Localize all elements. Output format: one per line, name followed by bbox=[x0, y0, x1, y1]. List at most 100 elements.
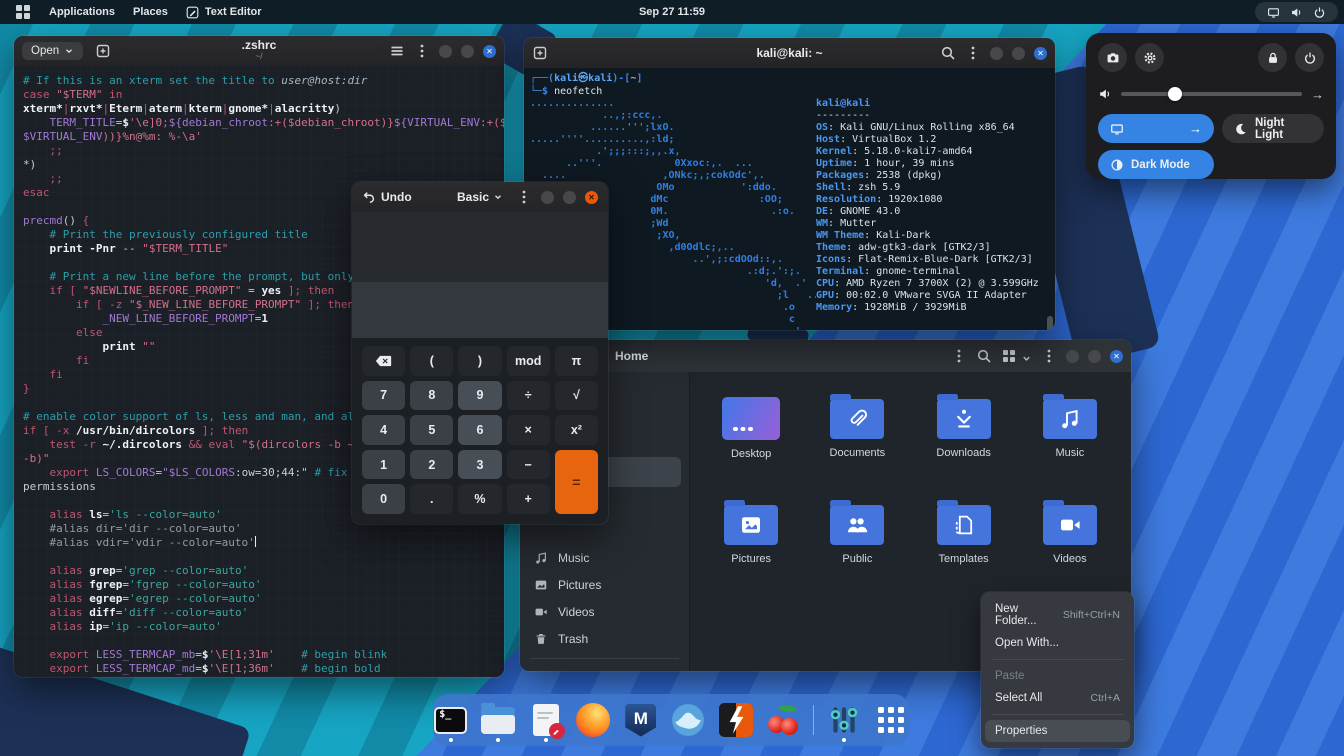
calc-button-%[interactable]: % bbox=[458, 484, 502, 514]
calc-button-7[interactable]: 7 bbox=[362, 380, 406, 411]
maximize-button[interactable] bbox=[461, 44, 474, 58]
kebab-menu-icon[interactable] bbox=[965, 45, 981, 61]
calc-button-π[interactable]: π bbox=[554, 346, 598, 376]
folder-templates[interactable]: Templates bbox=[911, 492, 1017, 589]
kebab-menu-icon[interactable] bbox=[414, 43, 430, 59]
calc-button-9[interactable]: 9 bbox=[458, 380, 502, 411]
calc-button-x²[interactable]: x² bbox=[554, 415, 598, 445]
dock-item-app-grid[interactable] bbox=[873, 698, 909, 742]
calc-button-=[interactable]: = bbox=[554, 449, 598, 514]
calc-button-−[interactable]: − bbox=[506, 449, 550, 480]
minimize-button[interactable] bbox=[990, 46, 1003, 60]
apps-grid-icon[interactable] bbox=[16, 4, 31, 20]
menu-item-open-with[interactable]: Open With... bbox=[985, 632, 1130, 654]
active-app-menu[interactable]: Text Editor bbox=[186, 6, 262, 19]
folder-downloads[interactable]: Downloads bbox=[911, 386, 1017, 483]
dock-item-tweaks[interactable] bbox=[826, 698, 862, 742]
dock-item-files[interactable] bbox=[481, 698, 517, 742]
calc-button-)[interactable]: ) bbox=[458, 346, 502, 376]
mode-selector[interactable]: Basic bbox=[457, 190, 503, 204]
clock[interactable]: Sep 27 11:59 bbox=[639, 6, 705, 18]
calc-button-÷[interactable]: ÷ bbox=[506, 380, 550, 411]
gear-button[interactable] bbox=[1135, 43, 1164, 72]
path-menu-icon[interactable] bbox=[951, 348, 967, 364]
folder-label: Videos bbox=[1053, 553, 1087, 565]
search-icon[interactable] bbox=[940, 45, 956, 61]
hamburger-menu-icon[interactable] bbox=[389, 43, 405, 59]
new-tab-icon[interactable] bbox=[532, 45, 548, 61]
menu-item-new-folder[interactable]: New Folder... Shift+Ctrl+N bbox=[985, 598, 1130, 632]
menu-item-select-all[interactable]: Select All Ctrl+A bbox=[985, 687, 1130, 709]
volume-knob[interactable] bbox=[1168, 87, 1183, 101]
dock-item-terminal[interactable]: $_ bbox=[433, 698, 469, 742]
editor-title: .zshrc ~/ bbox=[241, 38, 277, 61]
new-document-icon[interactable] bbox=[95, 43, 111, 59]
folder-public[interactable]: Public bbox=[804, 492, 910, 589]
calc-button-1[interactable]: 1 bbox=[362, 449, 406, 480]
lock-button[interactable] bbox=[1258, 43, 1287, 72]
menu-applications[interactable]: Applications bbox=[49, 6, 115, 18]
folder-pictures[interactable]: Pictures bbox=[698, 492, 804, 589]
calc-button-6[interactable]: 6 bbox=[458, 415, 502, 445]
folder-videos[interactable]: Videos bbox=[1017, 492, 1123, 589]
close-button[interactable]: ✕ bbox=[585, 190, 598, 204]
terminal-scrollbar[interactable] bbox=[1047, 316, 1053, 330]
code-line: alias ip='ip --color=auto' bbox=[23, 620, 222, 633]
folder-desktop[interactable]: Desktop bbox=[698, 386, 804, 483]
camera-button[interactable] bbox=[1098, 43, 1127, 72]
open-button[interactable]: Open bbox=[22, 42, 84, 60]
calc-button-4[interactable]: 4 bbox=[362, 415, 406, 445]
menu-places[interactable]: Places bbox=[133, 6, 168, 18]
calc-button-backspace[interactable] bbox=[362, 346, 406, 376]
kebab-menu-icon[interactable] bbox=[516, 189, 532, 205]
calc-button-([interactable]: ( bbox=[410, 346, 454, 376]
kebab-menu-icon[interactable] bbox=[1041, 348, 1057, 364]
night-light-toggle[interactable]: Night Light bbox=[1222, 114, 1324, 143]
undo-button[interactable]: Undo bbox=[362, 190, 412, 204]
calc-button-×[interactable]: × bbox=[506, 415, 550, 445]
calculator-display[interactable] bbox=[352, 282, 608, 338]
calc-button-8[interactable]: 8 bbox=[410, 380, 454, 411]
system-tray[interactable] bbox=[1255, 2, 1338, 22]
sidebar-item-trash[interactable]: Trash bbox=[520, 625, 689, 652]
close-button[interactable]: ✕ bbox=[483, 44, 496, 58]
sidebar-item-music[interactable]: Music bbox=[520, 544, 689, 571]
calc-button-0[interactable]: 0 bbox=[362, 484, 406, 514]
menu-item-properties[interactable]: Properties bbox=[985, 720, 1130, 742]
close-button[interactable]: ✕ bbox=[1110, 349, 1123, 363]
dock-item-burpsuite[interactable] bbox=[718, 698, 754, 742]
minimize-button[interactable] bbox=[541, 190, 554, 204]
calc-button-3[interactable]: 3 bbox=[458, 449, 502, 480]
arrow-right-icon[interactable]: → bbox=[1311, 87, 1324, 102]
sidebar-item-other-locations[interactable]: Other Locations bbox=[520, 665, 689, 671]
volume-slider[interactable] bbox=[1121, 87, 1302, 101]
power-button[interactable] bbox=[1295, 43, 1324, 72]
minimize-button[interactable] bbox=[1066, 349, 1079, 363]
calc-button-2[interactable]: 2 bbox=[410, 449, 454, 480]
toggle-label: Night Light bbox=[1255, 116, 1285, 141]
calc-button-+[interactable]: + bbox=[506, 484, 550, 514]
folder-label: Documents bbox=[829, 447, 886, 459]
calc-button-5[interactable]: 5 bbox=[410, 415, 454, 445]
maximize-button[interactable] bbox=[1088, 349, 1101, 363]
folder-documents[interactable]: Documents bbox=[804, 386, 910, 483]
search-icon[interactable] bbox=[976, 348, 992, 364]
folder-music[interactable]: Music bbox=[1017, 386, 1123, 483]
calc-button-.[interactable]: . bbox=[410, 484, 454, 514]
sidebar-item-pictures[interactable]: Pictures bbox=[520, 571, 689, 598]
dock-item-wireshark[interactable] bbox=[671, 698, 707, 742]
minimize-button[interactable] bbox=[439, 44, 452, 58]
dark-mode-toggle[interactable]: Dark Mode bbox=[1098, 150, 1214, 179]
dock-item-metasploit[interactable]: M bbox=[623, 698, 659, 742]
dock-item-text-editor[interactable] bbox=[528, 698, 565, 742]
dock-item-firefox[interactable] bbox=[576, 698, 612, 742]
dock-item-cherrytree[interactable] bbox=[766, 698, 802, 742]
display-toggle[interactable]: → bbox=[1098, 114, 1214, 143]
close-button[interactable]: ✕ bbox=[1034, 46, 1047, 60]
maximize-button[interactable] bbox=[1012, 46, 1025, 60]
maximize-button[interactable] bbox=[563, 190, 576, 204]
view-toggle[interactable] bbox=[1001, 348, 1032, 364]
sidebar-item-videos[interactable]: Videos bbox=[520, 598, 689, 625]
calc-button-mod[interactable]: mod bbox=[506, 346, 550, 376]
calc-button-√[interactable]: √ bbox=[554, 380, 598, 411]
